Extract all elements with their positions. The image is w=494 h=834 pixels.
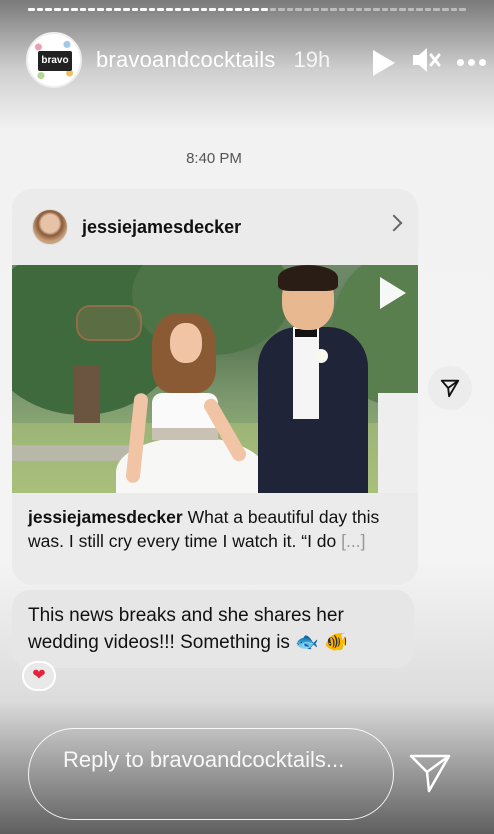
progress-segment	[53, 8, 61, 11]
groom-hair	[278, 265, 338, 291]
progress-segment	[97, 8, 104, 11]
story-header: bravo bravoandcocktails 19h	[26, 32, 486, 88]
shared-post-card[interactable]: jessiejamesdecker jessiejamesdecker What…	[12, 189, 418, 585]
heart-icon: ❤	[32, 667, 46, 684]
more-icon[interactable]	[457, 59, 486, 66]
reaction-badge[interactable]: ❤	[22, 661, 56, 691]
progress-segment	[243, 8, 251, 11]
progress-segment	[252, 8, 259, 11]
caption-author: jessiejamesdecker	[28, 507, 183, 527]
pointing-hand-icon	[76, 305, 142, 341]
progress-segment	[442, 8, 449, 11]
progress-segment	[122, 8, 130, 11]
progress-segment	[209, 8, 216, 11]
progress-segment	[338, 8, 346, 11]
progress-segment	[191, 8, 199, 11]
progress-segment	[295, 8, 302, 11]
progress-segment	[79, 8, 87, 11]
progress-segment	[166, 8, 173, 11]
bride-sash	[152, 428, 218, 440]
progress-segment	[364, 8, 371, 11]
progress-segment	[286, 8, 294, 11]
reply-input[interactable]: Reply to bravoandcocktails...	[28, 728, 394, 820]
progress-segment	[36, 8, 44, 11]
progress-segment	[260, 8, 268, 11]
video-play-icon[interactable]	[380, 277, 406, 309]
progress-segment	[45, 8, 52, 11]
bride-face	[170, 323, 202, 363]
progress-segment	[278, 8, 285, 11]
post-caption: jessiejamesdecker What a beautiful day t…	[28, 505, 404, 553]
progress-segment	[140, 8, 147, 11]
progress-segment	[424, 8, 432, 11]
progress-segment	[304, 8, 311, 11]
progress-segment	[312, 8, 320, 11]
progress-segment	[398, 8, 406, 11]
fence	[378, 393, 418, 493]
progress-segment	[62, 8, 70, 11]
progress-segment	[131, 8, 139, 11]
progress-segment	[355, 8, 363, 11]
progress-segment	[174, 8, 182, 11]
progress-segment	[157, 8, 164, 11]
progress-segment	[71, 8, 78, 11]
progress-segment	[381, 8, 389, 11]
account-username[interactable]: bravoandcocktails	[96, 47, 276, 73]
progress-segment	[114, 8, 121, 11]
send-icon[interactable]	[408, 752, 452, 794]
boutonniere	[314, 349, 328, 363]
progress-segment	[183, 8, 190, 11]
story-controls	[373, 46, 486, 79]
progress-segment	[416, 8, 423, 11]
progress-segment	[390, 8, 397, 11]
share-button[interactable]	[428, 366, 472, 410]
progress-segment	[235, 8, 242, 11]
groom-shirt	[293, 327, 319, 419]
message-timestamp: 8:40 PM	[186, 150, 242, 167]
progress-segment	[373, 8, 380, 11]
play-icon[interactable]	[373, 49, 395, 76]
progress-segment	[226, 8, 233, 11]
groom-bowtie	[295, 329, 317, 337]
story-progress-bar	[28, 8, 466, 11]
progress-segment	[450, 8, 458, 11]
shared-post-header[interactable]: jessiejamesdecker	[12, 189, 418, 265]
progress-segment	[88, 8, 95, 11]
post-time-ago: 19h	[293, 47, 331, 72]
mute-icon[interactable]	[411, 46, 441, 79]
progress-segment	[321, 8, 328, 11]
share-icon	[440, 379, 460, 398]
caption-more[interactable]: [...]	[341, 531, 365, 551]
progress-segment	[148, 8, 156, 11]
bravo-logo: bravo	[38, 51, 72, 71]
progress-segment	[200, 8, 208, 11]
progress-segment	[329, 8, 337, 11]
account-avatar[interactable]: bravo	[26, 32, 82, 88]
post-author-username: jessiejamesdecker	[82, 216, 242, 237]
progress-segment	[28, 8, 35, 11]
post-author-avatar	[32, 209, 68, 245]
progress-segment	[433, 8, 440, 11]
progress-segment	[217, 8, 225, 11]
progress-segment	[105, 8, 113, 11]
message-bubble[interactable]: This news breaks and she shares her wedd…	[12, 590, 414, 668]
progress-segment	[347, 8, 354, 11]
chevron-right-icon	[385, 214, 403, 232]
post-video-thumbnail[interactable]	[12, 265, 418, 493]
progress-segment	[269, 8, 277, 11]
progress-segment	[459, 8, 466, 11]
progress-segment	[407, 8, 415, 11]
